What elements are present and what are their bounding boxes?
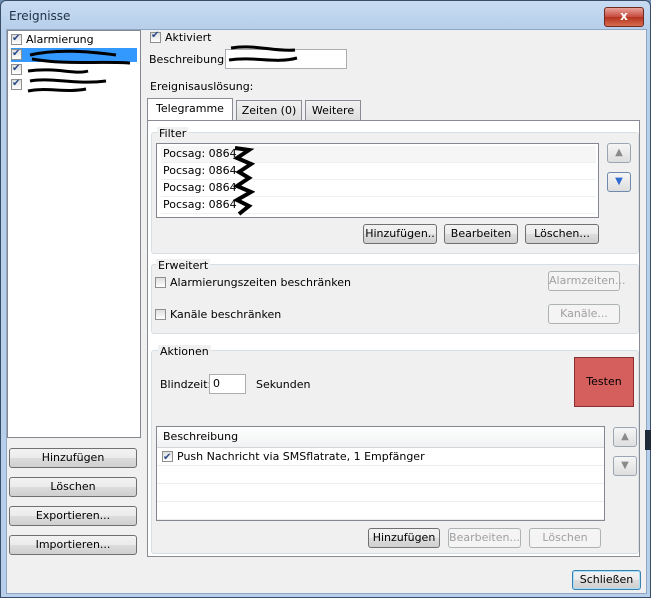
action-checkbox[interactable] (162, 449, 173, 466)
window-title: Ereignisse (9, 9, 71, 23)
event-list-item[interactable] (11, 77, 26, 92)
event-checkbox[interactable] (11, 62, 22, 76)
ereignisse-window: Ereignisse x Alarmierung Hinzufügen Lösc… (0, 0, 651, 598)
blind-time-input[interactable]: 0 (209, 374, 246, 394)
table-empty-row (157, 484, 604, 502)
move-up-button[interactable]: ▲ (607, 143, 631, 163)
table-empty-row (157, 502, 604, 520)
limit-channels-checkbox[interactable] (155, 309, 166, 320)
filter-row[interactable]: Pocsag: 0864 (161, 146, 596, 163)
filter-add-button[interactable]: Hinzufügen.. (363, 224, 437, 244)
export-button[interactable]: Exportieren... (9, 506, 137, 526)
description-input[interactable] (225, 49, 347, 69)
action-edit-button[interactable]: Bearbeiten... (448, 528, 521, 548)
event-checkbox[interactable] (11, 32, 22, 46)
event-label: Alarmierung (26, 33, 94, 46)
event-list-item[interactable]: Alarmierung (11, 32, 94, 47)
filter-row[interactable]: Pocsag: 0864 (161, 197, 596, 214)
actions-table-header[interactable]: Beschreibung (157, 427, 604, 448)
tab-telegramme[interactable]: Telegramme (4) (147, 98, 233, 135)
aktionen-group-title: Aktionen (158, 345, 211, 358)
alarm-times-button[interactable]: Alarmzeiten... (548, 271, 626, 291)
blind-time-unit: Sekunden (256, 378, 311, 391)
limit-channels-row[interactable]: Kanäle beschränken (155, 308, 281, 321)
tab-weitere[interactable]: Weitere (305, 100, 361, 121)
action-label: Push Nachricht via SMSflatrate, 1 Empfän… (177, 450, 425, 463)
filter-edit-button[interactable]: Bearbeiten (444, 224, 518, 244)
limit-times-label: Alarmierungszeiten beschränken (170, 276, 351, 289)
trigger-label: Ereignisauslösung: (150, 80, 254, 93)
channels-button[interactable]: Kanäle... (548, 304, 620, 324)
add-event-button[interactable]: Hinzufügen (9, 448, 137, 468)
arrow-down-icon: ▼ (615, 176, 623, 187)
activated-label: Aktiviert (165, 31, 212, 44)
close-button[interactable]: Schließen (572, 570, 641, 590)
background-strip (645, 430, 651, 450)
event-list[interactable]: Alarmierung (7, 30, 141, 438)
dialog-client-area: Alarmierung Hinzufügen Löschen Exportier… (6, 29, 647, 594)
test-button[interactable]: Testen (574, 357, 634, 407)
title-bar[interactable]: Ereignisse x (1, 1, 650, 29)
import-button[interactable]: Importieren... (9, 535, 137, 555)
close-icon: x (620, 9, 628, 23)
action-delete-button[interactable]: Löschen (529, 528, 601, 548)
event-checkbox[interactable] (11, 77, 22, 91)
limit-times-checkbox[interactable] (155, 277, 166, 288)
actions-table: Beschreibung Push Nachricht via SMSflatr… (156, 426, 605, 521)
arrow-up-icon: ▲ (621, 431, 629, 442)
tab-zeiten[interactable]: Zeiten (0) (236, 100, 302, 121)
arrow-up-icon: ▲ (615, 147, 623, 158)
event-list-item-selected[interactable] (11, 47, 137, 62)
action-add-button[interactable]: Hinzufügen (368, 528, 440, 548)
action-move-down-button[interactable]: ▼ (613, 456, 637, 476)
blind-time-label: Blindzeit: (160, 378, 212, 391)
close-window-button[interactable]: x (604, 7, 644, 27)
erweitert-group-title: Erweitert (156, 259, 211, 272)
delete-event-button[interactable]: Löschen (9, 477, 137, 497)
filter-group-title: Filter (157, 127, 189, 140)
activated-row[interactable]: Aktiviert (150, 30, 212, 44)
filter-row[interactable]: Pocsag: 0864 (161, 163, 596, 180)
limit-channels-label: Kanäle beschränken (170, 308, 282, 321)
filter-row[interactable]: Pocsag: 0864 (161, 180, 596, 197)
filter-delete-button[interactable]: Löschen... (525, 224, 599, 244)
limit-times-row[interactable]: Alarmierungszeiten beschränken (155, 276, 351, 289)
move-down-button[interactable]: ▼ (607, 172, 631, 192)
table-row[interactable]: Push Nachricht via SMSflatrate, 1 Empfän… (157, 448, 604, 466)
description-label: Beschreibung: (149, 53, 228, 66)
arrow-down-icon: ▼ (621, 460, 629, 471)
event-list-item[interactable] (11, 62, 26, 77)
activated-checkbox[interactable] (150, 30, 161, 43)
action-move-up-button[interactable]: ▲ (613, 427, 637, 447)
filter-list[interactable]: Pocsag: 0864 Pocsag: 0864 Pocsag: 0864 P… (156, 143, 599, 218)
event-checkbox[interactable] (11, 47, 22, 61)
table-empty-row (157, 466, 604, 484)
